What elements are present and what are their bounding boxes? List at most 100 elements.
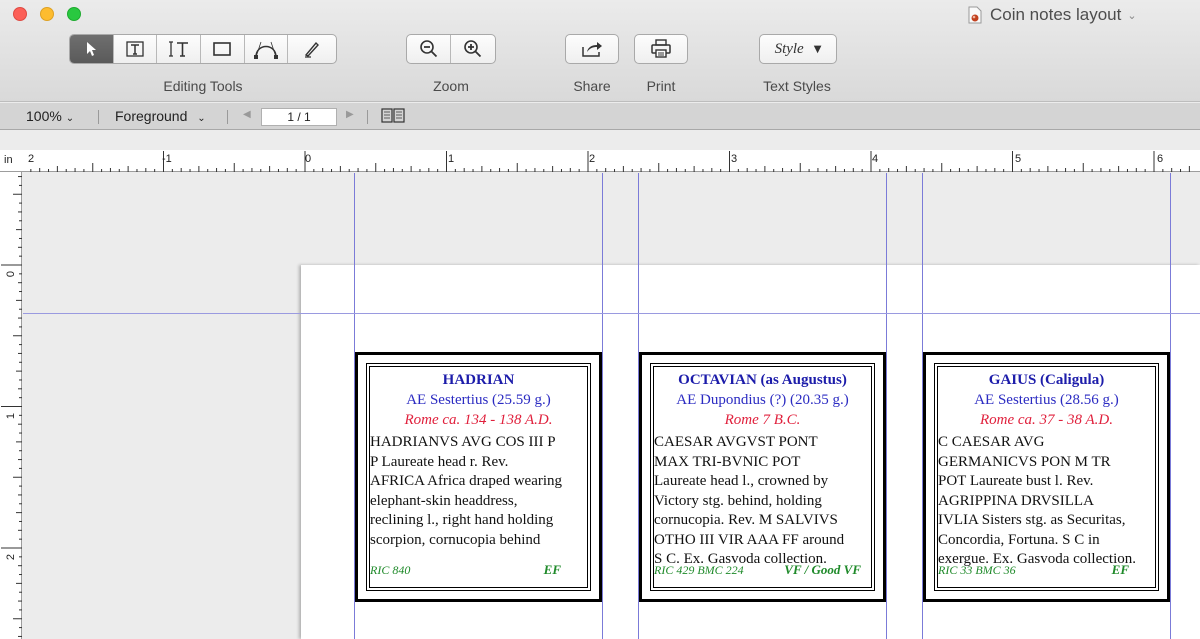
print-button-inner[interactable] xyxy=(635,35,687,63)
select-tool-button[interactable] xyxy=(70,35,114,63)
chevron-down-icon: ⌄ xyxy=(65,113,75,124)
coin-denomination: AE Sestertius (28.56 g.) xyxy=(974,392,1119,408)
description-line: HADRIANVS AVG COS III P xyxy=(370,434,556,450)
horizontal-ruler[interactable]: in 2 -1 0 1 2 3 4 5 6 xyxy=(0,150,1200,172)
window-title[interactable]: Coin notes layout ⌄ xyxy=(968,4,1137,26)
guide-line[interactable] xyxy=(602,173,603,639)
ruler-label: 5 xyxy=(1015,153,1022,165)
minimize-window-button[interactable] xyxy=(40,7,54,21)
toolbar-separator xyxy=(0,131,1200,150)
zoom-window-button[interactable] xyxy=(67,7,81,21)
coin-grade: EF xyxy=(1111,562,1129,577)
ruler-label: 4 xyxy=(872,153,879,165)
vertical-text-icon xyxy=(168,41,188,57)
rectangle-tool-button[interactable] xyxy=(201,35,245,63)
description-line: Concordia, Fortuna. S C in xyxy=(938,531,1100,548)
zoom-level-value: 100% xyxy=(26,108,62,124)
guide-line[interactable] xyxy=(886,173,887,639)
bezier-tool-button[interactable] xyxy=(245,35,289,63)
coin-card-hadrian[interactable]: HADRIAN AE Sestertius (25.59 g.) Rome ca… xyxy=(355,352,602,602)
pen-tool-button[interactable] xyxy=(288,35,336,63)
editing-tools-group xyxy=(69,34,337,64)
divider xyxy=(98,110,99,124)
ruler-label: 3 xyxy=(731,153,738,165)
window-title-text: Coin notes layout xyxy=(990,5,1122,24)
style-button-label: Style xyxy=(774,40,804,57)
description-line: P Laureate head r. Rev. xyxy=(370,453,509,470)
text-styles-popup[interactable]: Style ▼ xyxy=(759,34,837,64)
coin-denomination: AE Sestertius (25.59 g.) xyxy=(406,392,551,408)
ruler-label: 2 xyxy=(5,553,18,561)
text-styles-label: Text Styles xyxy=(763,78,831,94)
description-line: AFRICA Africa draped wearing xyxy=(370,473,563,489)
description-line: cornucopia. Rev. M SALVIVS xyxy=(654,512,838,528)
print-button[interactable] xyxy=(634,34,688,64)
rectangle-icon xyxy=(213,42,232,56)
arrow-pointer-icon xyxy=(87,42,97,56)
coin-mint-date: Rome ca. 134 - 138 A.D. xyxy=(404,412,553,428)
description-line: MAX TRI-BVNIC POT xyxy=(654,453,801,470)
ruler-label: 6 xyxy=(1157,153,1164,165)
ruler-label: 1 xyxy=(5,412,18,420)
toolbar: Coin notes layout ⌄ Editing Tools Zoom S… xyxy=(0,0,1200,102)
coin-description: C CAESAR AVG GERMANICVS PON M TR POT Lau… xyxy=(938,433,1153,570)
zoom-out-button[interactable] xyxy=(407,35,452,63)
vertical-text-tool-button[interactable] xyxy=(157,35,202,63)
card-frame: GAIUS (Caligula) AE Sestertius (28.56 g.… xyxy=(934,363,1159,591)
description-line: C CAESAR AVG xyxy=(938,434,1045,450)
print-label: Print xyxy=(646,78,676,94)
description-line: Laureate head l., crowned by xyxy=(654,473,829,489)
zoom-level-popup[interactable]: 100% ⌄ xyxy=(26,108,74,124)
coin-card-gaius[interactable]: GAIUS (Caligula) AE Sestertius (28.56 g.… xyxy=(923,352,1170,602)
bezier-curve-icon xyxy=(254,41,279,59)
text-tool-button[interactable] xyxy=(114,35,158,63)
text-styles-button[interactable]: Style ▼ xyxy=(760,35,836,63)
share-label: Share xyxy=(573,78,611,94)
text-box-icon xyxy=(126,41,144,57)
card-frame: HADRIAN AE Sestertius (25.59 g.) Rome ca… xyxy=(366,363,591,591)
share-icon xyxy=(582,42,602,57)
description-line: GERMANICVS PON M TR xyxy=(938,453,1111,470)
coin-ruler-name: GAIUS (Caligula) xyxy=(988,372,1105,388)
close-window-button[interactable] xyxy=(13,7,27,21)
card-frame-inner: HADRIAN AE Sestertius (25.59 g.) Rome ca… xyxy=(369,366,588,588)
coin-denomination: AE Dupondius (?) (20.35 g.) xyxy=(676,392,849,408)
zoom-label: Zoom xyxy=(433,78,469,94)
card-frame: OCTAVIAN (as Augustus) AE Dupondius (?) … xyxy=(650,363,875,591)
guide-line[interactable] xyxy=(1170,173,1171,639)
share-button[interactable] xyxy=(565,34,619,64)
book-view-icon[interactable] xyxy=(381,108,405,127)
previous-page-icon[interactable]: ◀ xyxy=(243,109,251,120)
coin-reference: RIC 429 BMC 224 xyxy=(654,563,744,577)
description-line: POT Laureate bust l. Rev. xyxy=(938,473,1094,489)
guide-line[interactable] xyxy=(23,313,1200,314)
pen-icon xyxy=(305,41,320,58)
ruler-unit: in xyxy=(4,154,13,166)
coin-description: HADRIANVS AVG COS III P P Laureate head … xyxy=(370,433,585,550)
chevron-down-icon: ⌄ xyxy=(1127,9,1137,22)
zoom-in-button[interactable] xyxy=(451,35,495,63)
description-line: reclining l., right hand holding xyxy=(370,512,554,528)
description-line: IVLIA Sisters stg. as Securitas, xyxy=(938,512,1126,528)
layer-popup[interactable]: Foreground ⌄ xyxy=(115,108,206,124)
coin-card-octavian[interactable]: OCTAVIAN (as Augustus) AE Dupondius (?) … xyxy=(639,352,886,602)
share-button-inner[interactable] xyxy=(566,35,618,63)
coin-mint-date: Rome ca. 37 - 38 A.D. xyxy=(979,412,1114,428)
card-frame-inner: OCTAVIAN (as Augustus) AE Dupondius (?) … xyxy=(653,366,872,588)
document-controls-bar: 100% ⌄ Foreground ⌄ ◀ 1 / 1 ▶ xyxy=(0,103,1200,130)
ruler-label: 0 xyxy=(5,270,18,278)
next-page-icon[interactable]: ▶ xyxy=(346,109,354,120)
ruler-label: 0 xyxy=(305,153,312,165)
ruler-label: -1 xyxy=(162,153,172,165)
zoom-out-icon xyxy=(419,40,437,58)
description-line: CAESAR AVGVST PONT xyxy=(654,434,818,450)
chevron-down-icon: ⌄ xyxy=(197,113,206,124)
printer-icon xyxy=(651,39,671,58)
editing-tools-label: Editing Tools xyxy=(163,78,243,94)
document-icon xyxy=(968,6,982,24)
page-field[interactable]: 1 / 1 xyxy=(261,108,337,126)
triangle-down-icon: ▼ xyxy=(813,43,822,55)
coin-reference: RIC 840 xyxy=(370,563,411,577)
divider xyxy=(367,110,368,124)
vertical-ruler[interactable]: 0 1 2 xyxy=(0,172,22,639)
